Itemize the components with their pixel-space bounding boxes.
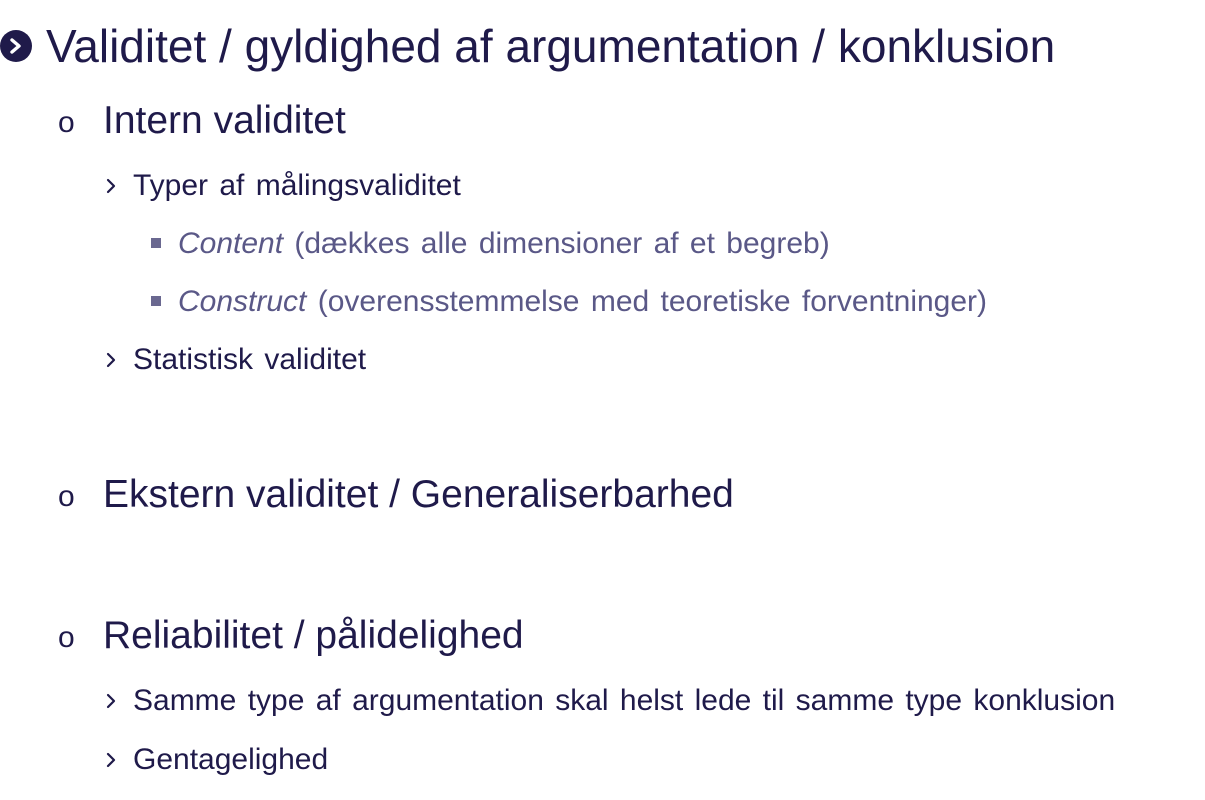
list-item: Typer af målingsvaliditet [133,169,461,202]
square-icon [151,238,161,248]
circle-outline-icon: o [58,480,75,513]
chevron-right-icon [104,691,118,711]
slide: Validitet / gyldighed af argumentation /… [0,0,1205,800]
list-item: Gentagelighed [133,743,329,776]
section-heading: Ekstern validitet / Generaliserbarhed [103,473,734,516]
subitem-term: Content [178,227,284,260]
chevron-right-icon [104,750,118,770]
chevron-right-circle-icon [0,30,32,62]
slide-title: Validitet / gyldighed af argumentation /… [46,20,1056,72]
list-item: Samme type af argumentation skal helst l… [133,684,1116,717]
square-icon [151,296,161,306]
section-heading: Intern validitet [103,99,346,142]
subitem-description: (dækkes alle dimensioner af et begreb) [294,227,830,260]
list-item: Statistisk validitet [133,343,367,376]
chevron-right-icon [104,176,118,196]
subitem-term: Construct [178,285,307,318]
subitem-description: (overensstemmelse med teoretiske forvent… [317,285,988,318]
chevron-right-icon [104,350,118,370]
circle-outline-icon: o [58,621,75,654]
list-subitem: Construct (overensstemmelse med teoretis… [178,285,987,319]
slide-title-row: Validitet / gyldighed af argumentation /… [0,17,1055,75]
circle-outline-icon: o [58,106,75,139]
list-subitem: Content (dækkes alle dimensioner af et b… [178,227,830,261]
section-heading: Reliabilitet / pålidelighed [103,614,524,657]
